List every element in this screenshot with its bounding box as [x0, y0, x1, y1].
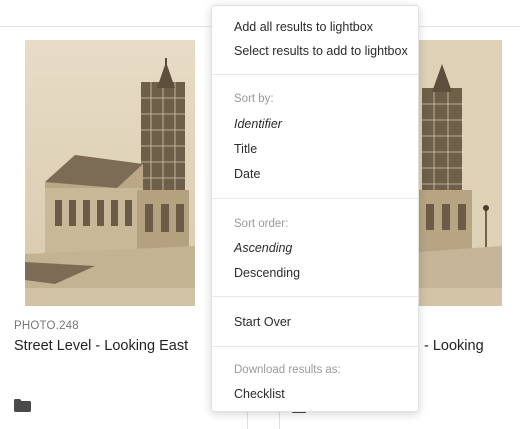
sort-by-date-item[interactable]: Date: [234, 167, 260, 182]
add-all-to-lightbox-item[interactable]: Add all results to lightbox: [234, 20, 373, 35]
result-title[interactable]: - Looking: [424, 338, 484, 354]
column-divider: [279, 412, 280, 429]
folder-icon[interactable]: [14, 399, 31, 412]
sort-ascending-item[interactable]: Ascending: [234, 241, 292, 256]
sort-by-identifier-item[interactable]: Identifier: [234, 117, 282, 132]
result-card[interactable]: [25, 40, 195, 306]
menu-divider: [212, 74, 418, 75]
result-card[interactable]: [418, 40, 502, 306]
menu-divider: [212, 296, 418, 297]
result-identifier: PHOTO.248: [14, 320, 79, 332]
sort-by-heading: Sort by:: [234, 93, 274, 105]
column-divider: [247, 412, 248, 429]
sort-by-title-item[interactable]: Title: [234, 142, 257, 157]
menu-divider: [212, 346, 418, 347]
result-photo[interactable]: [25, 40, 195, 306]
select-results-to-lightbox-item[interactable]: Select results to add to lightbox: [234, 44, 408, 59]
results-options-menu: Add all results to lightbox Select resul…: [211, 5, 419, 412]
download-results-heading: Download results as:: [234, 364, 341, 376]
result-photo[interactable]: [418, 40, 502, 306]
result-title[interactable]: Street Level - Looking East: [14, 338, 188, 354]
menu-divider: [212, 198, 418, 199]
sort-descending-item[interactable]: Descending: [234, 266, 300, 281]
download-checklist-item[interactable]: Checklist: [234, 387, 285, 402]
sort-order-heading: Sort order:: [234, 218, 289, 230]
start-over-item[interactable]: Start Over: [234, 315, 291, 330]
